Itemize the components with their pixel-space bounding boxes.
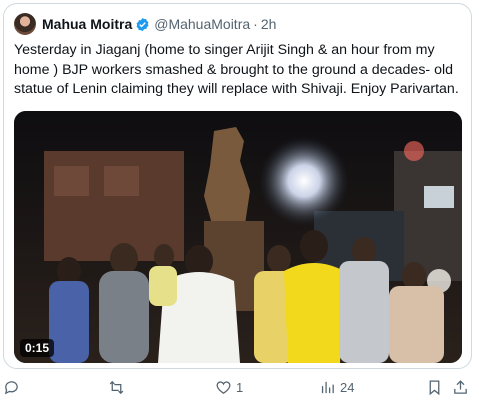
bookmark-icon bbox=[429, 379, 440, 395]
verified-badge-icon bbox=[136, 17, 149, 31]
views-count: 24 bbox=[340, 379, 355, 395]
share-icon bbox=[454, 379, 467, 394]
bookmark-button[interactable] bbox=[426, 376, 443, 398]
action-bar: 1 24 bbox=[0, 376, 479, 398]
separator-dot: · bbox=[253, 16, 258, 32]
author-handle[interactable]: @MahuaMoitra bbox=[154, 16, 250, 32]
author-name[interactable]: Mahua Moitra bbox=[42, 16, 132, 32]
like-button[interactable]: 1 bbox=[215, 376, 243, 398]
reply-icon bbox=[4, 380, 18, 394]
avatar[interactable] bbox=[14, 13, 36, 35]
tweet-text: Yesterday in Jiaganj (home to singer Ari… bbox=[14, 42, 459, 97]
video-player[interactable]: 0:15 bbox=[14, 111, 462, 363]
retweet-button[interactable] bbox=[108, 376, 129, 398]
like-count: 1 bbox=[236, 379, 244, 395]
timestamp[interactable]: 2h bbox=[261, 16, 277, 32]
tweet-header: Mahua Moitra @MahuaMoitra · 2h bbox=[14, 13, 276, 35]
views-button[interactable]: 24 bbox=[319, 376, 354, 398]
video-frame bbox=[14, 111, 462, 363]
like-icon bbox=[216, 380, 231, 394]
retweet-icon bbox=[109, 380, 124, 394]
tweet-card[interactable]: Mahua Moitra @MahuaMoitra · 2h Yesterday… bbox=[3, 3, 472, 369]
share-button[interactable] bbox=[452, 376, 469, 398]
video-duration: 0:15 bbox=[20, 339, 55, 357]
views-icon bbox=[321, 381, 334, 393]
reply-button[interactable] bbox=[3, 376, 24, 398]
